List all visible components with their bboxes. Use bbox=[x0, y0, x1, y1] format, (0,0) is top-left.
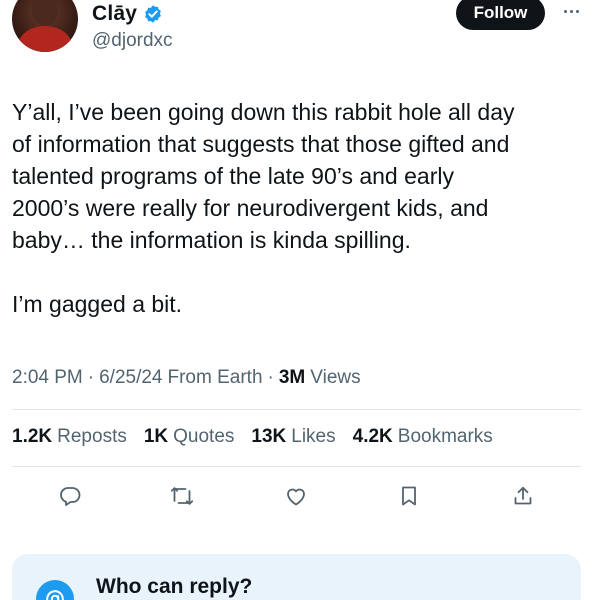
likes-count: 13K bbox=[251, 426, 287, 447]
tweet-text: Y’all, I’ve been going down this rabbit … bbox=[12, 96, 582, 320]
display-name[interactable]: Clāy bbox=[92, 2, 137, 26]
verified-badge-icon bbox=[145, 5, 162, 23]
views-count: 3M bbox=[278, 367, 306, 388]
tweet-date[interactable]: 6/25/24 bbox=[99, 367, 162, 389]
tweet-location: From Earth bbox=[167, 367, 263, 388]
avatar-shirt bbox=[18, 26, 72, 52]
divider bbox=[12, 466, 581, 467]
more-dot bbox=[569, 9, 573, 13]
more-horizontal-icon[interactable] bbox=[557, 4, 585, 18]
reposts-count: 1.2K bbox=[12, 426, 53, 447]
action-bar bbox=[0, 476, 593, 516]
likes-label: Likes bbox=[291, 426, 336, 447]
quotes-label: Quotes bbox=[173, 426, 235, 447]
mention-icon bbox=[36, 580, 74, 600]
reposts-label: Reposts bbox=[57, 426, 127, 447]
bookmarks-count: 4.2K bbox=[352, 426, 393, 447]
like-icon[interactable] bbox=[282, 482, 310, 510]
more-dot bbox=[575, 9, 579, 13]
who-can-reply-card: Who can reply? bbox=[12, 554, 581, 600]
tweet-header: Clāy @djordxc Follow bbox=[0, 0, 593, 70]
divider bbox=[12, 409, 581, 410]
share-icon[interactable] bbox=[509, 482, 537, 510]
tweet-meta: 2:04 PM · 6/25/24 From Earth · 3M Views bbox=[12, 367, 361, 389]
avatar[interactable] bbox=[12, 0, 78, 52]
stat-reposts[interactable]: 1.2K Reposts bbox=[12, 426, 127, 448]
stat-quotes[interactable]: 1K Quotes bbox=[144, 426, 235, 448]
meta-separator: · bbox=[87, 367, 95, 388]
stat-likes[interactable]: 13K Likes bbox=[251, 426, 335, 448]
bookmarks-label: Bookmarks bbox=[397, 426, 493, 447]
who-can-reply-title: Who can reply? bbox=[96, 575, 253, 598]
meta-separator: · bbox=[267, 367, 274, 388]
user-handle[interactable]: @djordxc bbox=[92, 30, 173, 52]
tweet-paragraph: Y’all, I’ve been going down this rabbit … bbox=[12, 99, 515, 253]
views-label: Views bbox=[310, 367, 361, 388]
quotes-count: 1K bbox=[143, 426, 169, 447]
engagement-stats: 1.2K Reposts 1K Quotes 13K Likes 4.2K Bo… bbox=[12, 426, 510, 448]
tweet-paragraph: I’m gagged a bit. bbox=[12, 291, 183, 317]
bookmark-icon[interactable] bbox=[395, 482, 423, 510]
avatar-face bbox=[32, 0, 58, 26]
reply-icon[interactable] bbox=[56, 482, 84, 510]
repost-icon[interactable] bbox=[168, 482, 196, 510]
more-dot bbox=[563, 9, 567, 13]
stat-bookmarks[interactable]: 4.2K Bookmarks bbox=[353, 426, 493, 448]
tweet-time[interactable]: 2:04 PM bbox=[12, 367, 83, 389]
name-row: Clāy bbox=[92, 0, 163, 28]
follow-button[interactable]: Follow bbox=[456, 0, 545, 30]
